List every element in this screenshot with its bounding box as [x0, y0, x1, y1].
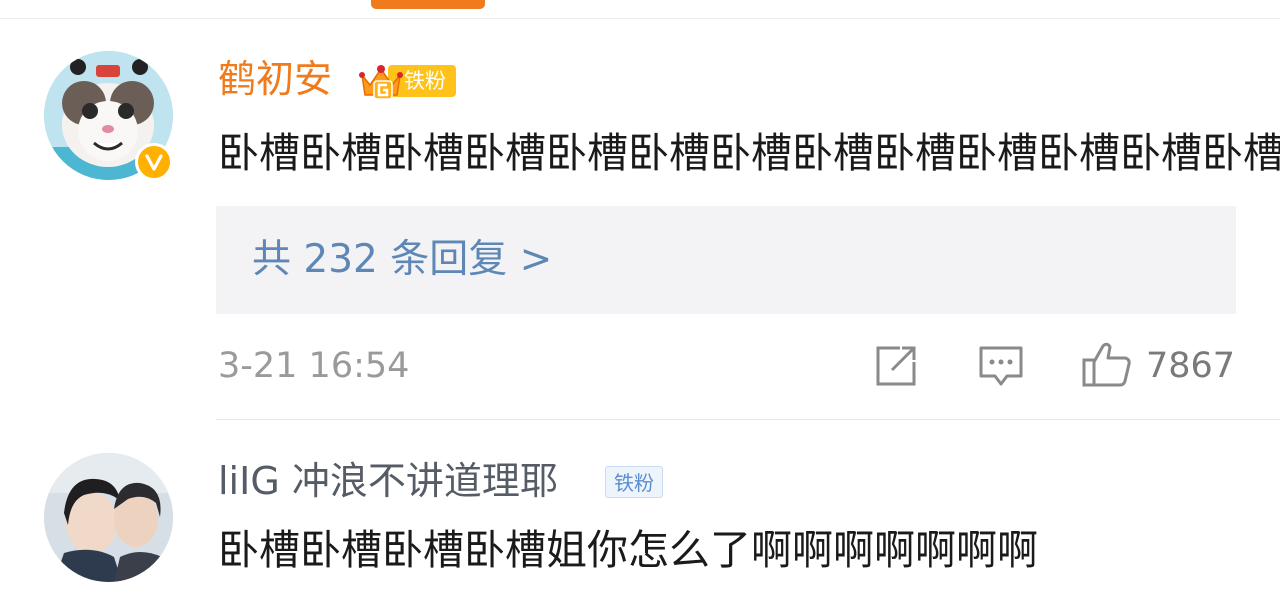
comment-username[interactable]: liIG 冲浪不讲道理耶 — [218, 462, 558, 500]
fan-badge: 铁粉 — [605, 466, 663, 498]
verified-v-icon — [135, 143, 173, 181]
view-replies-link[interactable]: 共 232 条回复 > — [252, 240, 552, 279]
comment-divider — [216, 419, 1280, 420]
comment-icon — [979, 346, 1023, 386]
like-button[interactable] — [1081, 340, 1133, 388]
avatar[interactable] — [44, 453, 173, 582]
two-people-avatar-image — [44, 453, 173, 582]
comment-timestamp: 3-21 16:54 — [218, 346, 410, 386]
like-count: 7867 — [1146, 346, 1236, 386]
comment-button[interactable] — [977, 344, 1025, 388]
crown-icon — [359, 65, 403, 100]
comment-text: 卧槽卧槽卧槽卧槽卧槽卧槽卧槽卧槽卧槽卧槽卧槽卧槽卧槽 — [218, 129, 1280, 177]
share-icon — [876, 346, 916, 386]
fan-badge: 铁粉 — [358, 61, 456, 101]
comment-username[interactable]: 鹤初安 — [218, 60, 332, 98]
replies-box[interactable]: 共 232 条回复 > — [216, 206, 1236, 314]
comment-text: 卧槽卧槽卧槽卧槽姐你怎么了啊啊啊啊啊啊啊 — [218, 526, 1038, 574]
share-button[interactable] — [874, 344, 920, 388]
thumbs-up-icon — [1082, 342, 1131, 387]
top-divider — [0, 18, 1280, 19]
active-tab-indicator — [371, 0, 485, 9]
